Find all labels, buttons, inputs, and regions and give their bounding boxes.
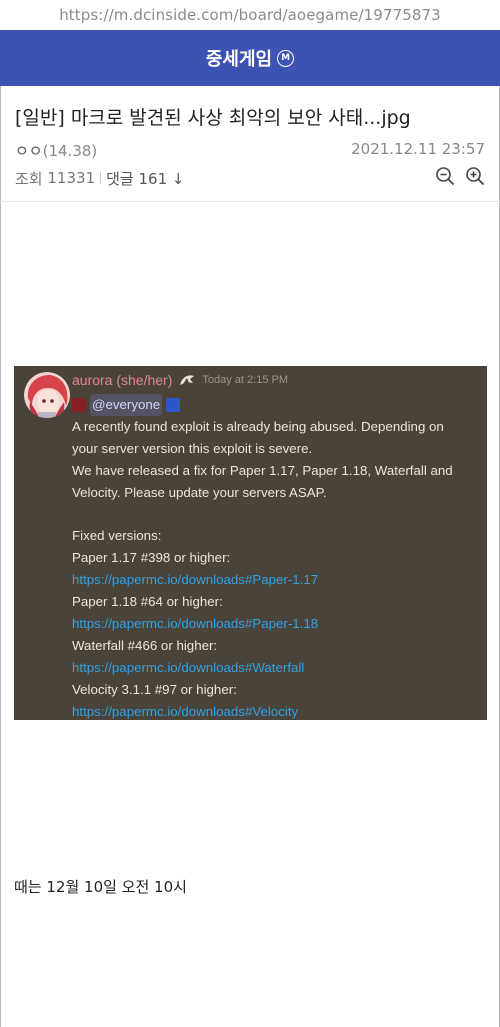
message-line: Velocity 3.1.1 #97 or higher: — [72, 681, 237, 697]
message-line: Paper 1.17 #398 or higher: — [72, 550, 231, 566]
gallery-title[interactable]: 중세게임 — [206, 45, 272, 71]
mention-line: @everyone — [72, 394, 477, 416]
message-line: Fixed versions: — [72, 528, 162, 544]
download-link[interactable]: https://papermc.io/downloads#Velocity — [72, 701, 477, 723]
url-text: https://m.dcinside.com/board/aoegame/197… — [59, 6, 441, 24]
header-divider — [0, 201, 500, 202]
download-link[interactable]: https://papermc.io/downloads#Waterfall — [72, 657, 477, 679]
siren-emoji-icon — [166, 397, 181, 412]
message-header: aurora (she/her) Today at 2:15 PM — [72, 372, 288, 388]
user-badge-icon — [180, 374, 195, 385]
comments-label: 댓글 — [106, 169, 134, 188]
views-label: 조회 — [15, 169, 43, 188]
comments-link[interactable]: 댓글 161 ↓ — [106, 168, 184, 189]
download-link[interactable]: https://papermc.io/downloads#Paper-1.17 — [72, 569, 477, 591]
author-ip: (14.38) — [42, 142, 98, 160]
message-body: @everyone A recently found exploit is al… — [72, 394, 477, 723]
username[interactable]: aurora (she/her) — [72, 372, 172, 388]
author[interactable]: ㅇㅇ(14.38) — [15, 140, 97, 161]
gallery-header: 중세게임 M — [0, 30, 500, 86]
page-border-left — [0, 0, 1, 1027]
views-count: 11331 — [47, 169, 96, 187]
post-caption: 때는 12월 10일 오전 10시 — [14, 878, 187, 896]
message-timestamp: Today at 2:15 PM — [202, 374, 288, 386]
alert-emoji-icon — [72, 397, 86, 412]
zoom-in-icon[interactable] — [465, 166, 485, 190]
user-avatar — [24, 372, 70, 418]
message-line: Velocity. Please update your servers ASA… — [72, 484, 327, 500]
message-line: We have released a fix for Paper 1.17, P… — [72, 462, 453, 478]
minor-gallery-badge: M — [277, 49, 295, 67]
author-name: ㅇㅇ — [15, 142, 43, 160]
discord-screenshot-image[interactable]: aurora (she/her) Today at 2:15 PM @every… — [14, 366, 487, 720]
comments-count: 161 — [138, 169, 168, 188]
post-stats: 조회 11331 댓글 161 ↓ — [15, 166, 485, 190]
address-bar[interactable]: https://m.dcinside.com/board/aoegame/197… — [0, 0, 500, 30]
divider — [100, 172, 102, 184]
message-line: Waterfall #466 or higher: — [72, 637, 218, 653]
download-link[interactable]: https://papermc.io/downloads#Paper-1.18 — [72, 613, 477, 635]
message-lines: A recently found exploit is already bein… — [72, 416, 477, 723]
post-title: [일반] 마크로 발견된 사상 최악의 보안 사태...jpg — [15, 107, 411, 129]
message-line: Paper 1.18 #64 or higher: — [72, 594, 223, 610]
message-line: your server version this exploit is seve… — [72, 440, 313, 456]
message-line: A recently found exploit is already bein… — [72, 418, 444, 434]
everyone-mention[interactable]: @everyone — [90, 394, 163, 416]
post-meta: ㅇㅇ(14.38) 2021.12.11 23:57 — [15, 140, 485, 161]
arrow-down-icon: ↓ — [171, 169, 185, 188]
zoom-out-icon[interactable] — [435, 166, 455, 190]
post-datetime: 2021.12.11 23:57 — [351, 140, 485, 158]
